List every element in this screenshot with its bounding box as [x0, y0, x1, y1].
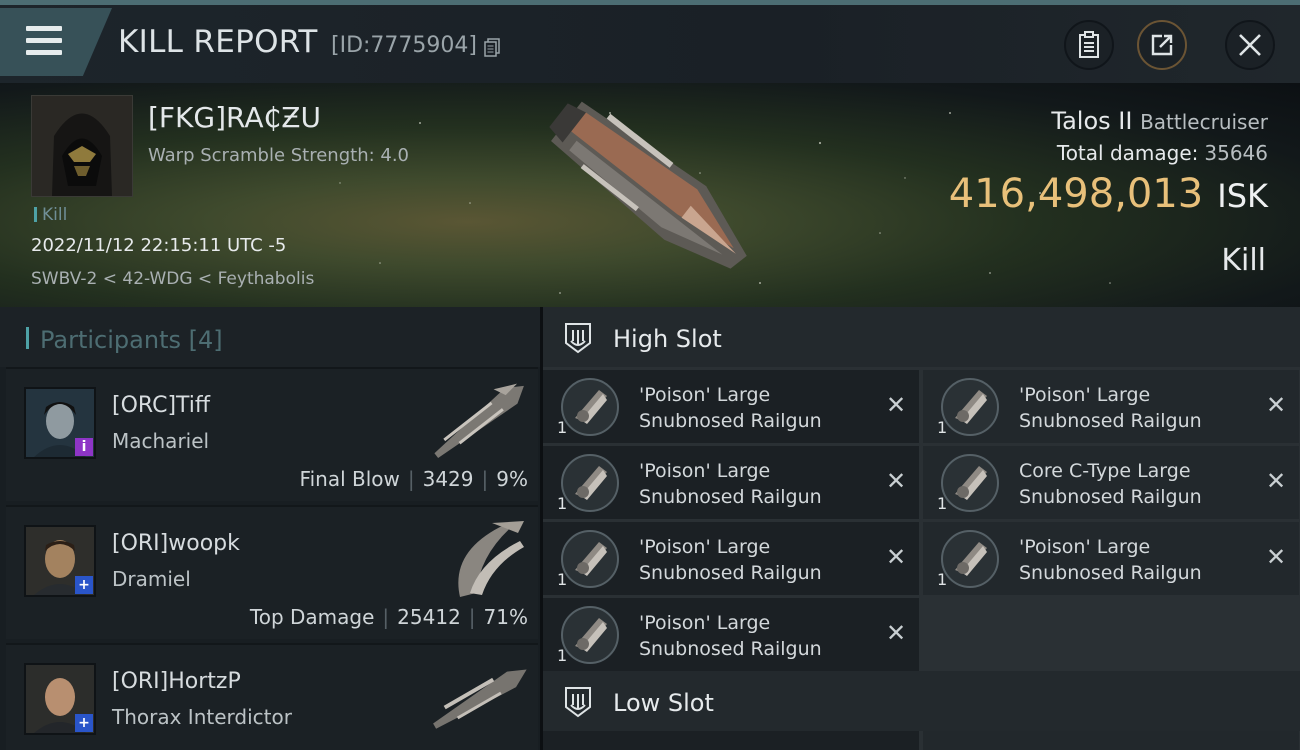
participants-header: Participants [4]: [0, 307, 540, 367]
destroyed-x-icon: ✕: [885, 543, 907, 571]
destroyed-x-icon: ✕: [1265, 391, 1287, 419]
module-quantity: 1: [937, 418, 948, 437]
low-slot-icon: [565, 687, 591, 718]
railgun-icon: [561, 454, 619, 512]
module-name: 'Poison' Large Snubnosed Railgun: [639, 384, 822, 432]
module-name: 'Poison' Large Snubnosed Railgun: [639, 536, 822, 584]
participant-badge: +: [75, 576, 93, 594]
participant-ship: Thorax Interdictor: [112, 705, 292, 729]
participant-stats: Final Blow | 3429 | 9%: [299, 467, 528, 491]
top-accent-line: [0, 0, 1300, 5]
kill-summary-banner: [FKG]RA₵ƵU Warp Scramble Strength: 4.0 K…: [0, 83, 1300, 307]
participant-badge: +: [75, 714, 93, 732]
participant-portrait: +: [24, 663, 96, 735]
participant-name[interactable]: [ORI]HortzP: [112, 669, 241, 694]
railgun-icon: [941, 454, 999, 512]
module-name: 'Poison' Large Snubnosed Railgun: [1019, 536, 1202, 584]
railgun-icon: [941, 530, 999, 588]
participant-ship-image: [434, 383, 524, 459]
railgun-icon: [561, 530, 619, 588]
low-slot-title: Low Slot: [613, 689, 714, 717]
participant-ship: Dramiel: [112, 567, 191, 591]
kill-datetime: 2022/11/12 22:15:11 UTC -5: [31, 235, 287, 256]
low-slot-module-partial[interactable]: [543, 731, 919, 750]
participant-portrait: +: [24, 525, 96, 597]
copy-icon[interactable]: [484, 38, 500, 57]
participants-panel: Participants [4] i [ORC]Tiff Machariel F…: [0, 307, 540, 750]
destroyed-x-icon: ✕: [1265, 543, 1287, 571]
participant-ship: Machariel: [112, 429, 210, 453]
participants-title: Participants [4]: [40, 326, 223, 354]
participant-row[interactable]: i [ORC]Tiff Machariel Final Blow | 3429 | 9%: [6, 367, 538, 501]
page-title: KILL REPORT: [118, 24, 318, 60]
high-slot-header: High Slot: [543, 307, 1300, 367]
destroyed-x-icon: ✕: [885, 467, 907, 495]
close-button[interactable]: [1225, 20, 1275, 70]
module-quantity: 1: [557, 570, 568, 589]
high-slot-title: High Slot: [613, 325, 722, 353]
participant-portrait: i: [24, 387, 96, 459]
menu-button[interactable]: [0, 8, 112, 76]
railgun-icon: [941, 378, 999, 436]
module-quantity: 1: [557, 494, 568, 513]
module-tile[interactable]: 1 'Poison' Large Snubnosed Railgun ✕: [543, 370, 919, 443]
module-tile[interactable]: 1 Core C-Type Large Snubnosed Railgun ✕: [923, 446, 1299, 519]
module-name: Core C-Type Large Snubnosed Railgun: [1019, 460, 1202, 508]
module-tile[interactable]: 1 'Poison' Large Snubnosed Railgun ✕: [923, 370, 1299, 443]
participant-name[interactable]: [ORC]Tiff: [112, 393, 210, 418]
kill-location[interactable]: SWBV-2 < 42-WDG < Feythabolis: [31, 269, 314, 289]
module-tile[interactable]: 1 'Poison' Large Snubnosed Railgun ✕: [923, 522, 1299, 595]
fitting-panel: High Slot 1 'Poison' Large Snubnosed Railg…: [543, 307, 1300, 750]
share-button[interactable]: [1137, 20, 1187, 70]
module-name: 'Poison' Large Snubnosed Railgun: [639, 460, 822, 508]
kill-id: [ID:7775904]: [331, 33, 477, 58]
participant-badge: i: [75, 438, 93, 456]
railgun-icon: [561, 606, 619, 664]
participant-stats: Top Damage | 25412 | 71%: [249, 605, 528, 629]
result-tag: Kill: [34, 205, 67, 225]
close-icon: [1239, 34, 1261, 56]
participant-ship-image: [433, 669, 527, 729]
isk-value: 416,498,013 ISK: [948, 171, 1268, 217]
victim-portrait[interactable]: [31, 95, 133, 197]
module-tile[interactable]: 1 'Poison' Large Snubnosed Railgun ✕: [543, 446, 919, 519]
victim-pilot-name[interactable]: [FKG]RA₵ƵU: [148, 101, 321, 134]
destroyed-x-icon: ✕: [1265, 467, 1287, 495]
module-name: 'Poison' Large Snubnosed Railgun: [1019, 384, 1202, 432]
module-quantity: 1: [557, 646, 568, 665]
clipboard-icon: [1079, 31, 1099, 58]
module-quantity: 1: [557, 418, 568, 437]
module-name: 'Poison' Large Snubnosed Railgun: [639, 612, 822, 660]
kill-outcome-label: Kill: [1221, 243, 1266, 278]
share-icon: [1151, 34, 1173, 56]
top-bar: KILL REPORT [ID:7775904]: [0, 0, 1300, 83]
low-slot-header: Low Slot: [543, 671, 1300, 731]
railgun-icon: [561, 378, 619, 436]
module-tile[interactable]: 1 'Poison' Large Snubnosed Railgun ✕: [543, 598, 919, 671]
victim-ship-image: [549, 101, 747, 269]
module-quantity: 1: [937, 570, 948, 589]
participant-name[interactable]: [ORI]woopk: [112, 531, 240, 556]
clipboard-button[interactable]: [1064, 20, 1114, 70]
high-slot-icon: [565, 323, 591, 354]
warp-scramble-strength: Warp Scramble Strength: 4.0: [148, 145, 410, 166]
destroyed-x-icon: ✕: [885, 391, 907, 419]
participant-ship-image: [458, 521, 524, 597]
low-slot-module-partial[interactable]: [923, 731, 1299, 750]
module-quantity: 1: [937, 494, 948, 513]
participant-row[interactable]: + [ORI]woopk Dramiel Top Damage | 25412 | 71…: [6, 505, 538, 639]
victim-ship-name: Talos II Battlecruiser: [1051, 107, 1268, 135]
module-tile[interactable]: 1 'Poison' Large Snubnosed Railgun ✕: [543, 522, 919, 595]
participant-row[interactable]: + [ORI]HortzP Thorax Interdictor: [6, 643, 538, 750]
destroyed-x-icon: ✕: [885, 619, 907, 647]
victim-ship-class: Battlecruiser: [1140, 110, 1268, 134]
total-damage: Total damage: 35646: [1056, 141, 1268, 165]
